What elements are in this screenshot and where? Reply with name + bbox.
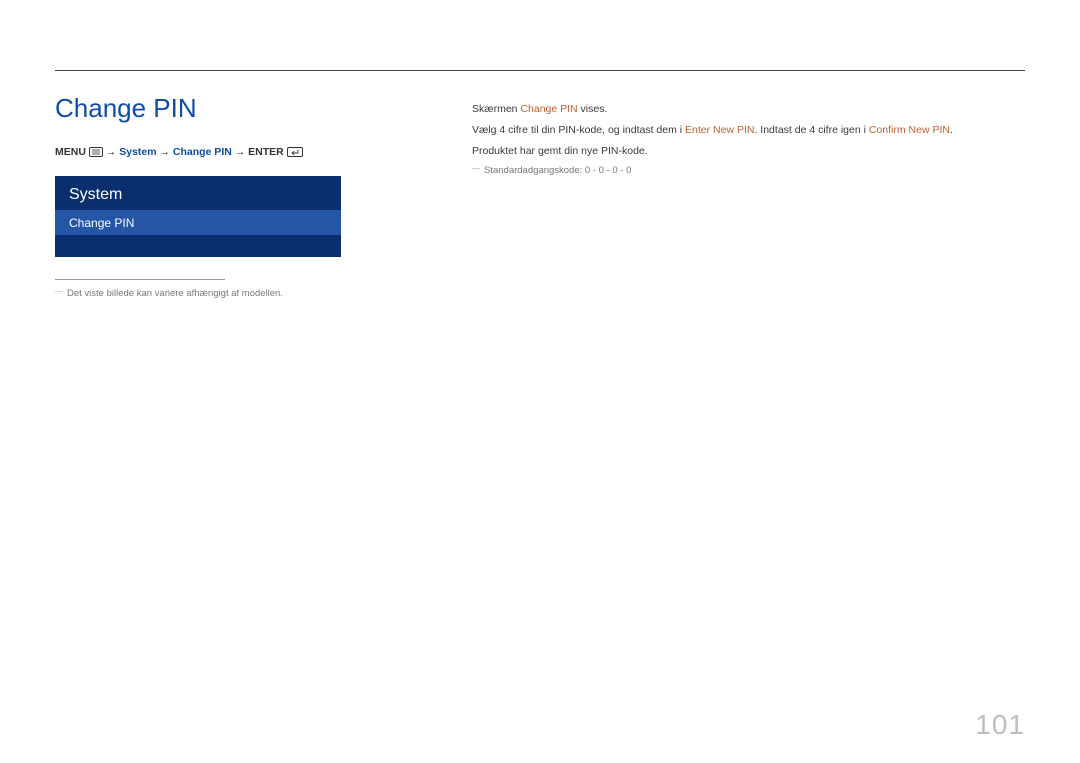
content-columns: Change PIN MENU → System → Change PIN → … — [55, 93, 1025, 300]
breadcrumb-system: System — [119, 146, 156, 158]
breadcrumb: MENU → System → Change PIN → ENTER — [55, 146, 430, 158]
menu-panel: System Change PIN — [55, 176, 341, 257]
footnote-separator — [55, 279, 225, 280]
page-title: Change PIN — [55, 93, 430, 124]
desc-line-1: Skærmen Change PIN vises. — [472, 101, 1025, 118]
right-footnote: ―Standardadgangskode: 0 - 0 - 0 - 0 — [472, 163, 1025, 178]
page-number: 101 — [975, 709, 1025, 741]
breadcrumb-menu: MENU — [55, 146, 86, 158]
desc-line-2: Vælg 4 cifre til din PIN-kode, og indtas… — [472, 122, 1025, 139]
menu-icon — [89, 147, 103, 157]
desc-line-3: Produktet har gemt din nye PIN-kode. — [472, 143, 1025, 160]
panel-item-change-pin[interactable]: Change PIN — [55, 210, 341, 235]
left-column: Change PIN MENU → System → Change PIN → … — [55, 93, 430, 300]
breadcrumb-enter: ENTER — [248, 146, 284, 158]
right-column: Skærmen Change PIN vises. Vælg 4 cifre t… — [472, 93, 1025, 179]
panel-header-system: System — [55, 176, 341, 210]
panel-footer — [55, 235, 341, 257]
breadcrumb-change-pin: Change PIN — [173, 146, 232, 158]
top-rule — [55, 70, 1025, 71]
left-footnote: ―Det viste billede kan variere afhængigt… — [55, 286, 430, 300]
enter-icon — [287, 147, 303, 157]
